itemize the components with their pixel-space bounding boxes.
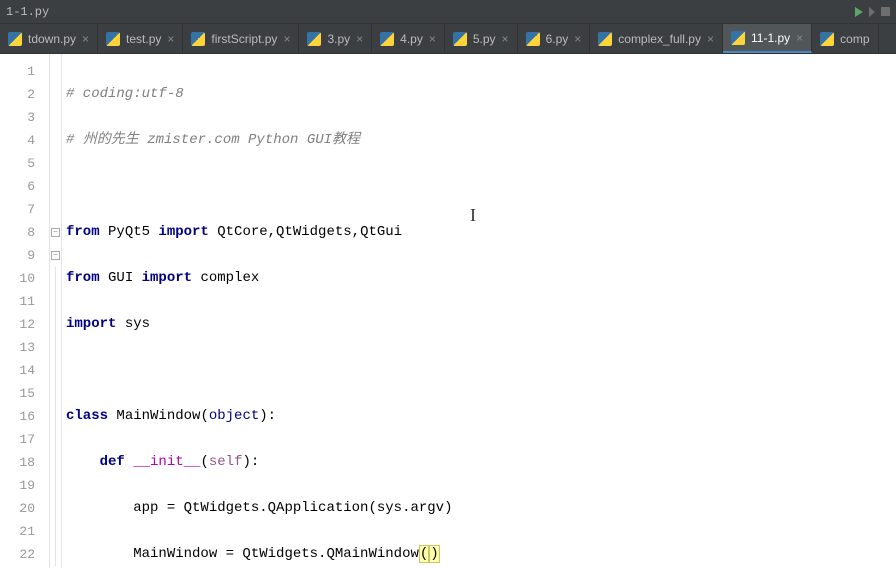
- close-icon[interactable]: ×: [167, 32, 174, 46]
- python-file-icon: [820, 32, 834, 46]
- close-icon[interactable]: ×: [82, 32, 89, 46]
- close-icon[interactable]: ×: [429, 32, 436, 46]
- tab-label: comp: [840, 32, 869, 46]
- stop-icon[interactable]: [881, 7, 890, 16]
- tab-label: 4.py: [400, 32, 423, 46]
- tab-label: 6.py: [546, 32, 569, 46]
- close-icon[interactable]: ×: [356, 32, 363, 46]
- python-file-icon: [598, 32, 612, 46]
- python-file-icon: [526, 32, 540, 46]
- tab-3[interactable]: 3.py ×: [299, 24, 372, 53]
- python-file-icon: [380, 32, 394, 46]
- tab-label: complex_full.py: [618, 32, 701, 46]
- code-editor[interactable]: 1234 5678 9101112 13141516 17181920 2122…: [0, 54, 896, 568]
- tab-label: firstScript.py: [211, 32, 277, 46]
- title-filename: 1-1.py: [6, 5, 49, 19]
- tab-test[interactable]: test.py ×: [98, 24, 183, 53]
- run-controls: [855, 7, 890, 17]
- tab-6[interactable]: 6.py ×: [518, 24, 591, 53]
- tab-label: 5.py: [473, 32, 496, 46]
- close-icon[interactable]: ×: [796, 31, 803, 45]
- python-file-icon: [731, 31, 745, 45]
- tab-firstscript[interactable]: firstScript.py ×: [183, 24, 299, 53]
- fold-marker-icon[interactable]: −: [51, 228, 60, 237]
- tab-11-1[interactable]: 11-1.py ×: [723, 24, 812, 53]
- code-area[interactable]: # coding:utf-8 # 州的先生 zmister.com Python…: [62, 54, 896, 568]
- tab-label: test.py: [126, 32, 161, 46]
- python-file-icon: [191, 32, 205, 46]
- close-icon[interactable]: ×: [574, 32, 581, 46]
- python-file-icon: [307, 32, 321, 46]
- fold-marker-icon[interactable]: −: [51, 251, 60, 260]
- tab-label: tdown.py: [28, 32, 76, 46]
- python-file-icon: [106, 32, 120, 46]
- close-icon[interactable]: ×: [707, 32, 714, 46]
- tab-overflow[interactable]: comp: [812, 24, 878, 53]
- python-file-icon: [453, 32, 467, 46]
- close-icon[interactable]: ×: [283, 32, 290, 46]
- close-icon[interactable]: ×: [502, 32, 509, 46]
- tab-5[interactable]: 5.py ×: [445, 24, 518, 53]
- line-gutter: 1234 5678 9101112 13141516 17181920 2122: [0, 54, 50, 568]
- title-bar: 1-1.py: [0, 0, 896, 24]
- step-icon[interactable]: [869, 7, 875, 17]
- tab-tdown[interactable]: tdown.py ×: [0, 24, 98, 53]
- tab-label: 11-1.py: [751, 31, 790, 45]
- run-icon[interactable]: [855, 7, 863, 17]
- fold-gutter: − −: [50, 54, 62, 568]
- tab-label: 3.py: [327, 32, 350, 46]
- editor-tabs: tdown.py × test.py × firstScript.py × 3.…: [0, 24, 896, 54]
- python-file-icon: [8, 32, 22, 46]
- tab-complex-full[interactable]: complex_full.py ×: [590, 24, 723, 53]
- tab-4[interactable]: 4.py ×: [372, 24, 445, 53]
